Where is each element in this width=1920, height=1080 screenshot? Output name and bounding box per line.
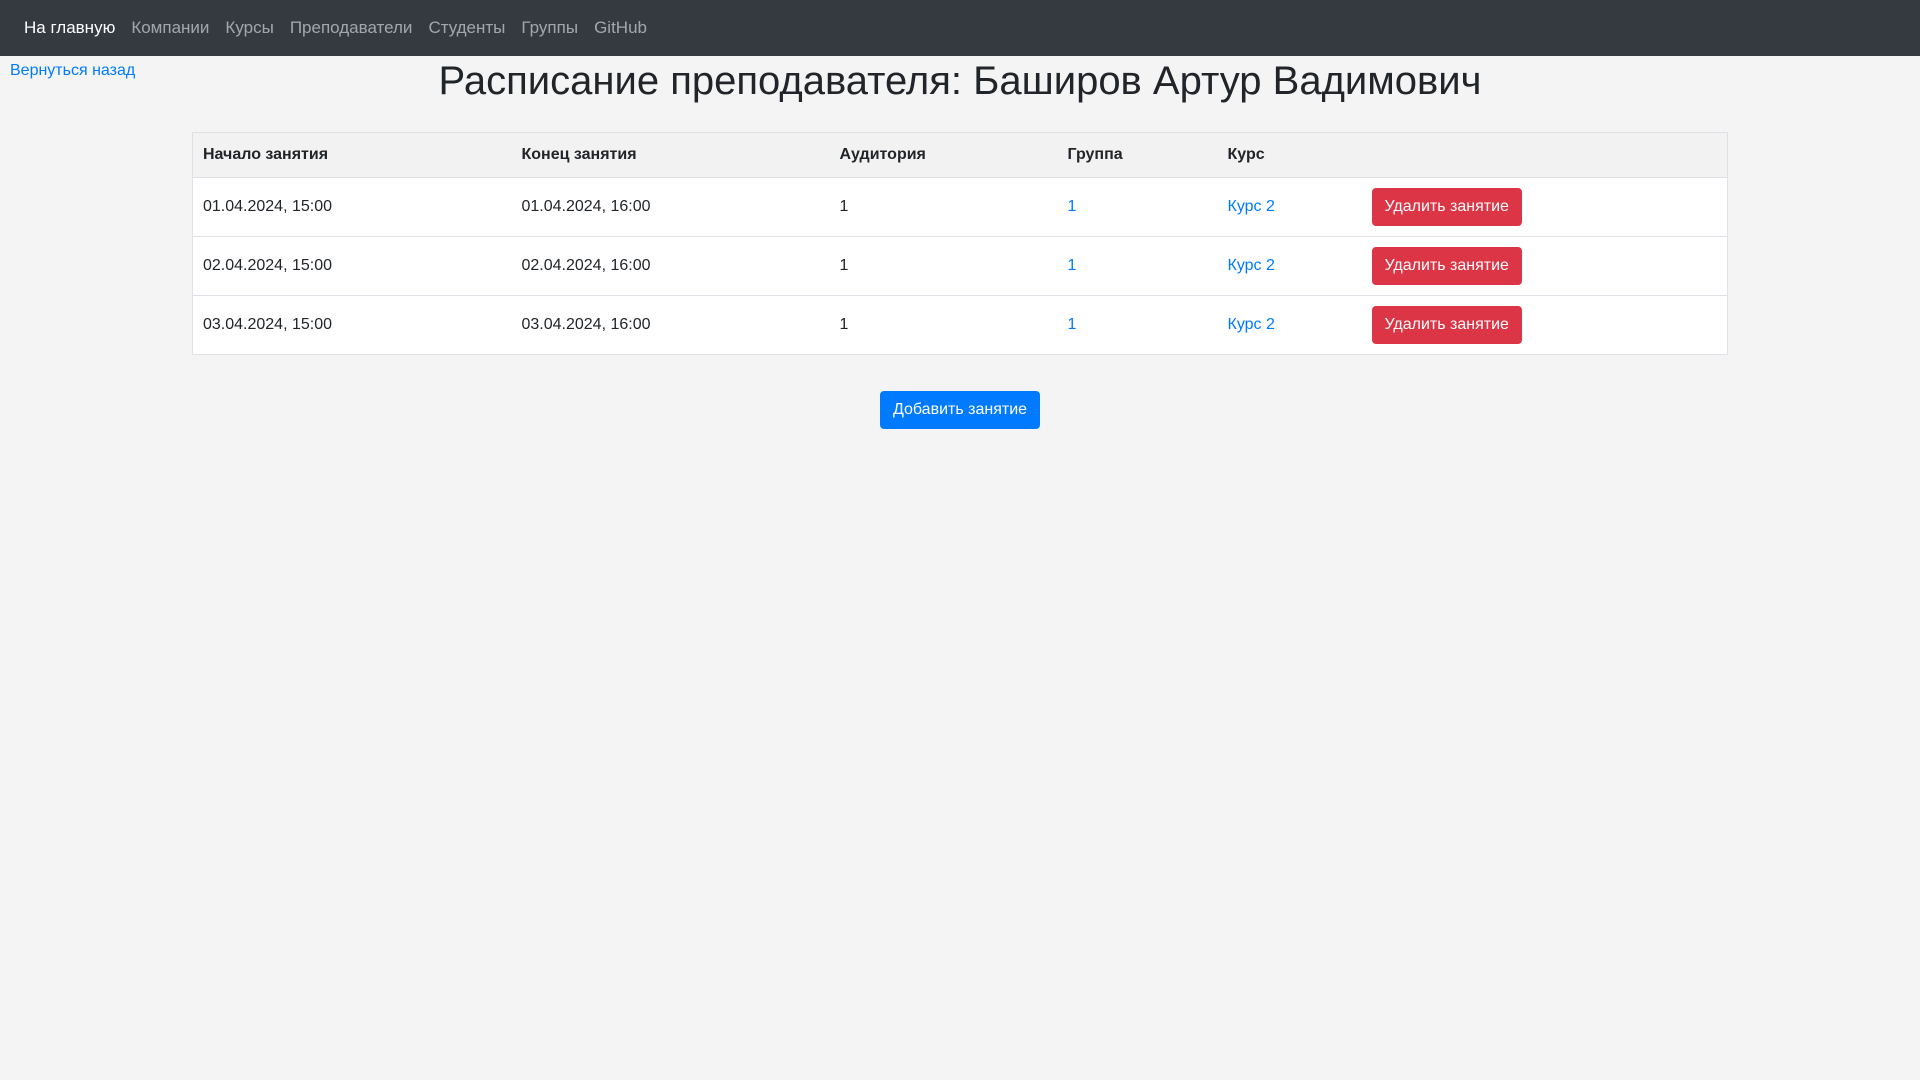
group-link[interactable]: 1 bbox=[1068, 198, 1077, 215]
delete-lesson-button[interactable]: Удалить занятие bbox=[1371, 306, 1522, 344]
group-link[interactable]: 1 bbox=[1068, 257, 1077, 274]
top-navbar: На главную Компании Курсы Преподаватели … bbox=[0, 0, 1920, 56]
cell-group: 1 bbox=[1057, 236, 1218, 296]
nav-github[interactable]: GitHub bbox=[594, 18, 647, 38]
cell-end: 03.04.2024, 16:00 bbox=[511, 295, 830, 355]
table-row: 02.04.2024, 15:00 02.04.2024, 16:00 1 1 … bbox=[192, 236, 1728, 296]
table-row: 03.04.2024, 15:00 03.04.2024, 16:00 1 1 … bbox=[192, 295, 1728, 355]
cell-start: 02.04.2024, 15:00 bbox=[192, 236, 512, 296]
nav-companies[interactable]: Компании bbox=[131, 18, 209, 38]
header-start: Начало занятия bbox=[192, 132, 512, 178]
table-header-row: Начало занятия Конец занятия Аудитория Г… bbox=[192, 132, 1728, 178]
group-link[interactable]: 1 bbox=[1068, 316, 1077, 333]
nav-teachers[interactable]: Преподаватели bbox=[290, 18, 413, 38]
cell-start: 01.04.2024, 15:00 bbox=[192, 177, 512, 237]
cell-start: 03.04.2024, 15:00 bbox=[192, 295, 512, 355]
header-room: Аудитория bbox=[829, 132, 1058, 178]
cell-end: 01.04.2024, 16:00 bbox=[511, 177, 830, 237]
cell-end: 02.04.2024, 16:00 bbox=[511, 236, 830, 296]
cell-course: Курс 2 bbox=[1217, 295, 1362, 355]
delete-lesson-button[interactable]: Удалить занятие bbox=[1371, 247, 1522, 285]
cell-room: 1 bbox=[829, 295, 1058, 355]
header-course: Курс bbox=[1217, 132, 1362, 178]
course-link[interactable]: Курс 2 bbox=[1228, 257, 1275, 274]
page-title: Расписание преподавателя: Баширов Артур … bbox=[438, 59, 1482, 103]
cell-course: Курс 2 bbox=[1217, 236, 1362, 296]
schedule-table: Начало занятия Конец занятия Аудитория Г… bbox=[192, 132, 1728, 355]
cell-room: 1 bbox=[829, 177, 1058, 237]
nav-home[interactable]: На главную bbox=[24, 18, 115, 38]
course-link[interactable]: Курс 2 bbox=[1228, 316, 1275, 333]
add-lesson-button[interactable]: Добавить занятие bbox=[880, 391, 1040, 429]
cell-action: Удалить занятие bbox=[1361, 177, 1728, 237]
nav-students[interactable]: Студенты bbox=[428, 18, 505, 38]
cell-room: 1 bbox=[829, 236, 1058, 296]
cell-group: 1 bbox=[1057, 295, 1218, 355]
table-row: 01.04.2024, 15:00 01.04.2024, 16:00 1 1 … bbox=[192, 177, 1728, 237]
cell-action: Удалить занятие bbox=[1361, 295, 1728, 355]
header-actions bbox=[1361, 132, 1728, 178]
nav-courses[interactable]: Курсы bbox=[225, 18, 273, 38]
cell-course: Курс 2 bbox=[1217, 177, 1362, 237]
nav-groups[interactable]: Группы bbox=[521, 18, 578, 38]
course-link[interactable]: Курс 2 bbox=[1228, 198, 1275, 215]
header-group: Группа bbox=[1057, 132, 1218, 178]
cell-action: Удалить занятие bbox=[1361, 236, 1728, 296]
header-end: Конец занятия bbox=[511, 132, 830, 178]
cell-group: 1 bbox=[1057, 177, 1218, 237]
delete-lesson-button[interactable]: Удалить занятие bbox=[1371, 188, 1522, 226]
